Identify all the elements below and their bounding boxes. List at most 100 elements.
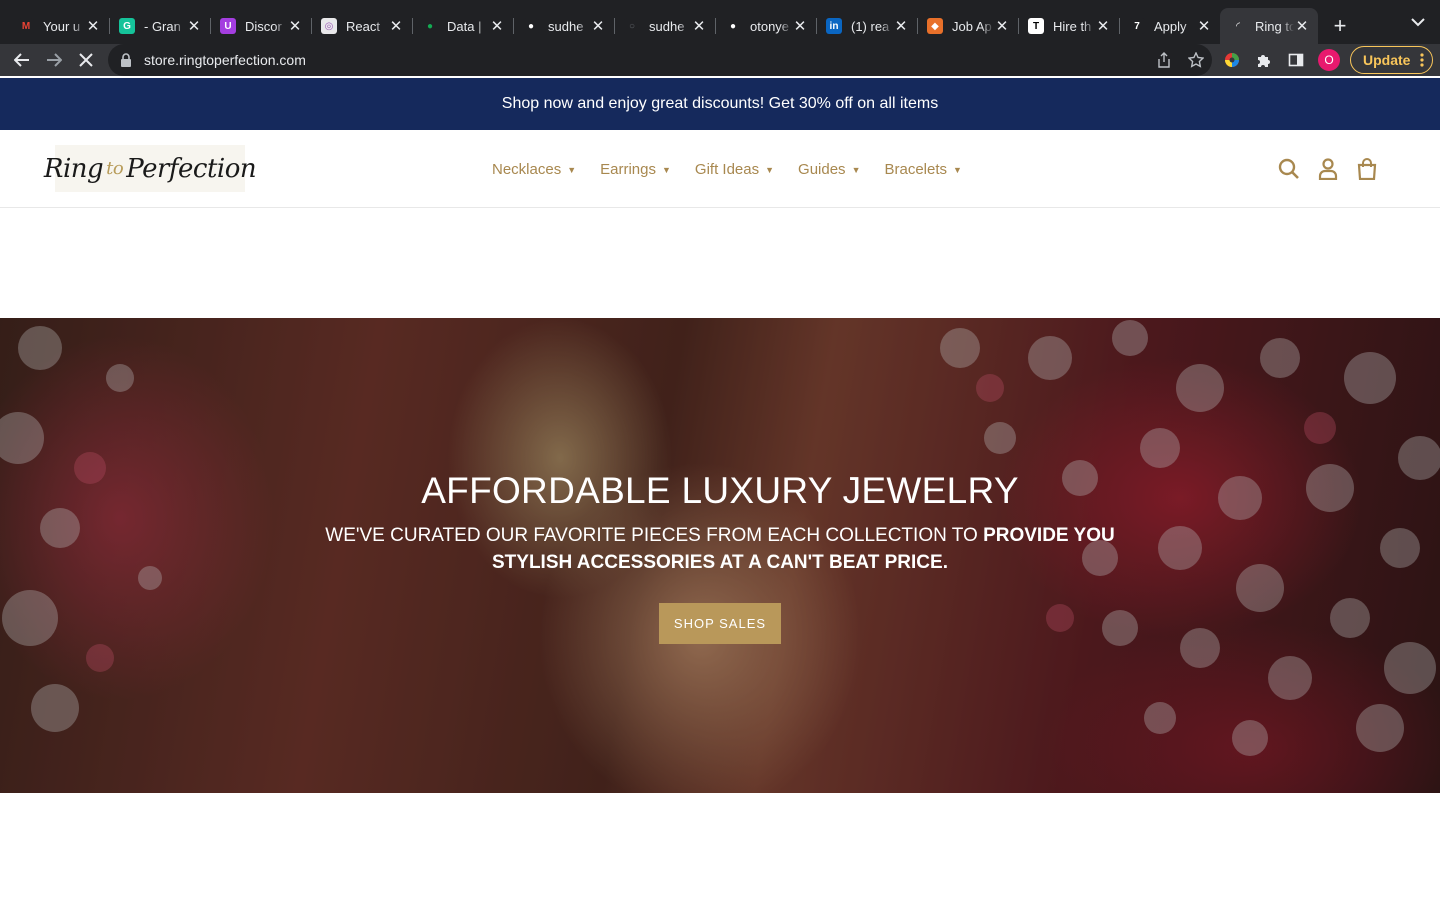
announcement-bar: Shop now and enjoy great discounts! Get … xyxy=(0,78,1440,130)
tab-title: Job Ap xyxy=(952,18,992,34)
side-panel-icon[interactable] xyxy=(1280,44,1312,76)
forward-arrow-icon xyxy=(47,53,62,67)
tab-title: sudhe xyxy=(548,18,584,34)
tab-close-icon[interactable]: ✕ xyxy=(792,18,808,35)
color-picker-extension-icon[interactable] xyxy=(1216,44,1248,76)
logo-text-perfection: Perfection xyxy=(126,153,257,184)
tab-close-icon[interactable]: ✕ xyxy=(388,18,404,35)
shop-sales-button[interactable]: SHOP SALES xyxy=(659,603,781,644)
profile-avatar[interactable]: O xyxy=(1318,49,1340,71)
hero-subtitle: WE'VE CURATED OUR FAVORITE PIECES FROM E… xyxy=(310,522,1130,576)
logo-text-ring: Ring xyxy=(43,153,104,184)
tab-close-icon[interactable]: ✕ xyxy=(1196,18,1212,35)
back-button[interactable] xyxy=(6,44,38,76)
nav-guides[interactable]: Guides ▼ xyxy=(786,161,872,178)
browser-tab[interactable]: ● sudhe ✕ xyxy=(513,8,614,44)
browser-tab-strip: M Your u ✕ G - Gran ✕ U Discor ✕ ◎ React ✕ ● Data | ✕ ●… xyxy=(0,0,1440,44)
apply-icon: 7 xyxy=(1129,18,1145,34)
close-icon xyxy=(79,53,93,67)
tab-title: Data | xyxy=(447,18,482,34)
tab-list: M Your u ✕ G - Gran ✕ U Discor ✕ ◎ React ✕ ● Data | ✕ ●… xyxy=(8,8,1318,44)
browser-tab[interactable]: ◎ React ✕ xyxy=(311,8,412,44)
hero-banner: AFFORDABLE LUXURY JEWELRY WE'VE CURATED … xyxy=(0,318,1440,793)
loading-spinner-icon: ◜ xyxy=(1230,18,1246,34)
more-menu-icon xyxy=(1420,53,1425,67)
browser-tab[interactable]: in (1) rea ✕ xyxy=(816,8,917,44)
site-logo[interactable]: Ring to Perfection xyxy=(44,145,257,192)
tab-title: otonye xyxy=(750,18,790,34)
stop-loading-button[interactable] xyxy=(70,44,102,76)
announcement-text: Shop now and enjoy great discounts! Get … xyxy=(501,95,939,112)
grammarly-icon: G xyxy=(119,18,135,34)
site-header: Ring to Perfection Necklaces ▼ Earrings ▼ … xyxy=(0,130,1440,208)
lock-icon xyxy=(121,53,131,67)
tab-close-icon[interactable]: ✕ xyxy=(590,18,606,35)
nav-label: Guides xyxy=(798,160,846,178)
url-text[interactable]: store.ringtoperfection.com xyxy=(144,52,306,68)
browser-tab[interactable]: U Discor ✕ xyxy=(210,8,311,44)
linkedin-icon: in xyxy=(826,18,842,34)
nav-necklaces[interactable]: Necklaces ▼ xyxy=(480,161,588,178)
browser-tab[interactable]: ◜ Ring to ✕ xyxy=(1220,8,1318,44)
discord-icon: U xyxy=(220,18,236,34)
main-nav: Necklaces ▼ Earrings ▼ Gift Ideas ▼ Guides ▼… xyxy=(480,130,974,208)
chevron-down-icon: ▼ xyxy=(567,165,577,175)
search-icon[interactable] xyxy=(1278,158,1300,180)
tab-close-icon[interactable]: ✕ xyxy=(186,18,202,35)
nav-label: Bracelets xyxy=(884,160,948,178)
back-arrow-icon xyxy=(14,53,29,67)
nav-bracelets[interactable]: Bracelets ▼ xyxy=(872,161,973,178)
bookmark-star-icon[interactable] xyxy=(1188,52,1204,68)
browser-tab[interactable]: ○ sudhe ✕ xyxy=(614,8,715,44)
job-app-icon: ◆ xyxy=(927,18,943,34)
tab-close-icon[interactable]: ✕ xyxy=(1095,18,1111,35)
browser-tab[interactable]: ◆ Job Ap ✕ xyxy=(917,8,1018,44)
update-label: Update xyxy=(1363,52,1411,68)
hero-subtitle-regular: WE'VE CURATED OUR FAVORITE PIECES FROM E… xyxy=(325,525,984,546)
browser-toolbar: store.ringtoperfection.com O Update xyxy=(0,44,1440,76)
react-icon: ◎ xyxy=(321,18,337,34)
new-tab-button[interactable]: + xyxy=(1322,8,1358,44)
tab-title: React xyxy=(346,18,380,34)
tab-search-icon[interactable] xyxy=(1408,12,1428,32)
tab-title: Ring to xyxy=(1255,18,1294,34)
tab-title: Apply xyxy=(1154,18,1187,34)
share-icon[interactable] xyxy=(1156,52,1172,68)
nav-label: Earrings xyxy=(600,160,656,178)
tab-close-icon[interactable]: ✕ xyxy=(1294,18,1310,35)
puzzle-extensions-icon[interactable] xyxy=(1248,44,1280,76)
tab-close-icon[interactable]: ✕ xyxy=(893,18,909,35)
logo-text-to: to xyxy=(106,158,124,179)
forward-button[interactable] xyxy=(38,44,70,76)
nav-earrings[interactable]: Earrings ▼ xyxy=(588,161,683,178)
tab-close-icon[interactable]: ✕ xyxy=(489,18,505,35)
tab-title: Hire th xyxy=(1053,18,1092,34)
nav-gift-ideas[interactable]: Gift Ideas ▼ xyxy=(683,161,786,178)
tab-close-icon[interactable]: ✕ xyxy=(85,18,101,35)
browser-tab[interactable]: ● Data | ✕ xyxy=(412,8,513,44)
github-icon: ● xyxy=(523,18,539,34)
address-bar[interactable]: store.ringtoperfection.com xyxy=(108,44,1212,76)
browser-tab[interactable]: ● otonye ✕ xyxy=(715,8,816,44)
update-button[interactable]: Update xyxy=(1350,46,1434,74)
header-icons xyxy=(1278,130,1378,208)
browser-tab[interactable]: G - Gran ✕ xyxy=(109,8,210,44)
account-icon[interactable] xyxy=(1318,158,1338,180)
browser-tab[interactable]: M Your u ✕ xyxy=(8,8,109,44)
hire-icon: T xyxy=(1028,18,1044,34)
hero-content: AFFORDABLE LUXURY JEWELRY WE'VE CURATED … xyxy=(0,468,1440,644)
chevron-down-icon: ▼ xyxy=(661,165,671,175)
chevron-down-icon: ▼ xyxy=(851,165,861,175)
tab-close-icon[interactable]: ✕ xyxy=(691,18,707,35)
cart-icon[interactable] xyxy=(1356,158,1378,180)
github-icon: ● xyxy=(725,18,741,34)
tab-close-icon[interactable]: ✕ xyxy=(287,18,303,35)
hero-title: AFFORDABLE LUXURY JEWELRY xyxy=(421,470,1019,511)
browser-tab[interactable]: T Hire th ✕ xyxy=(1018,8,1119,44)
browser-tab[interactable]: 7 Apply ✕ xyxy=(1119,8,1220,44)
tab-title: Your u xyxy=(43,18,81,34)
tab-title: (1) rea xyxy=(851,18,890,34)
tab-close-icon[interactable]: ✕ xyxy=(994,18,1010,35)
github-icon: ○ xyxy=(624,18,640,34)
chevron-down-icon: ▼ xyxy=(953,165,962,175)
